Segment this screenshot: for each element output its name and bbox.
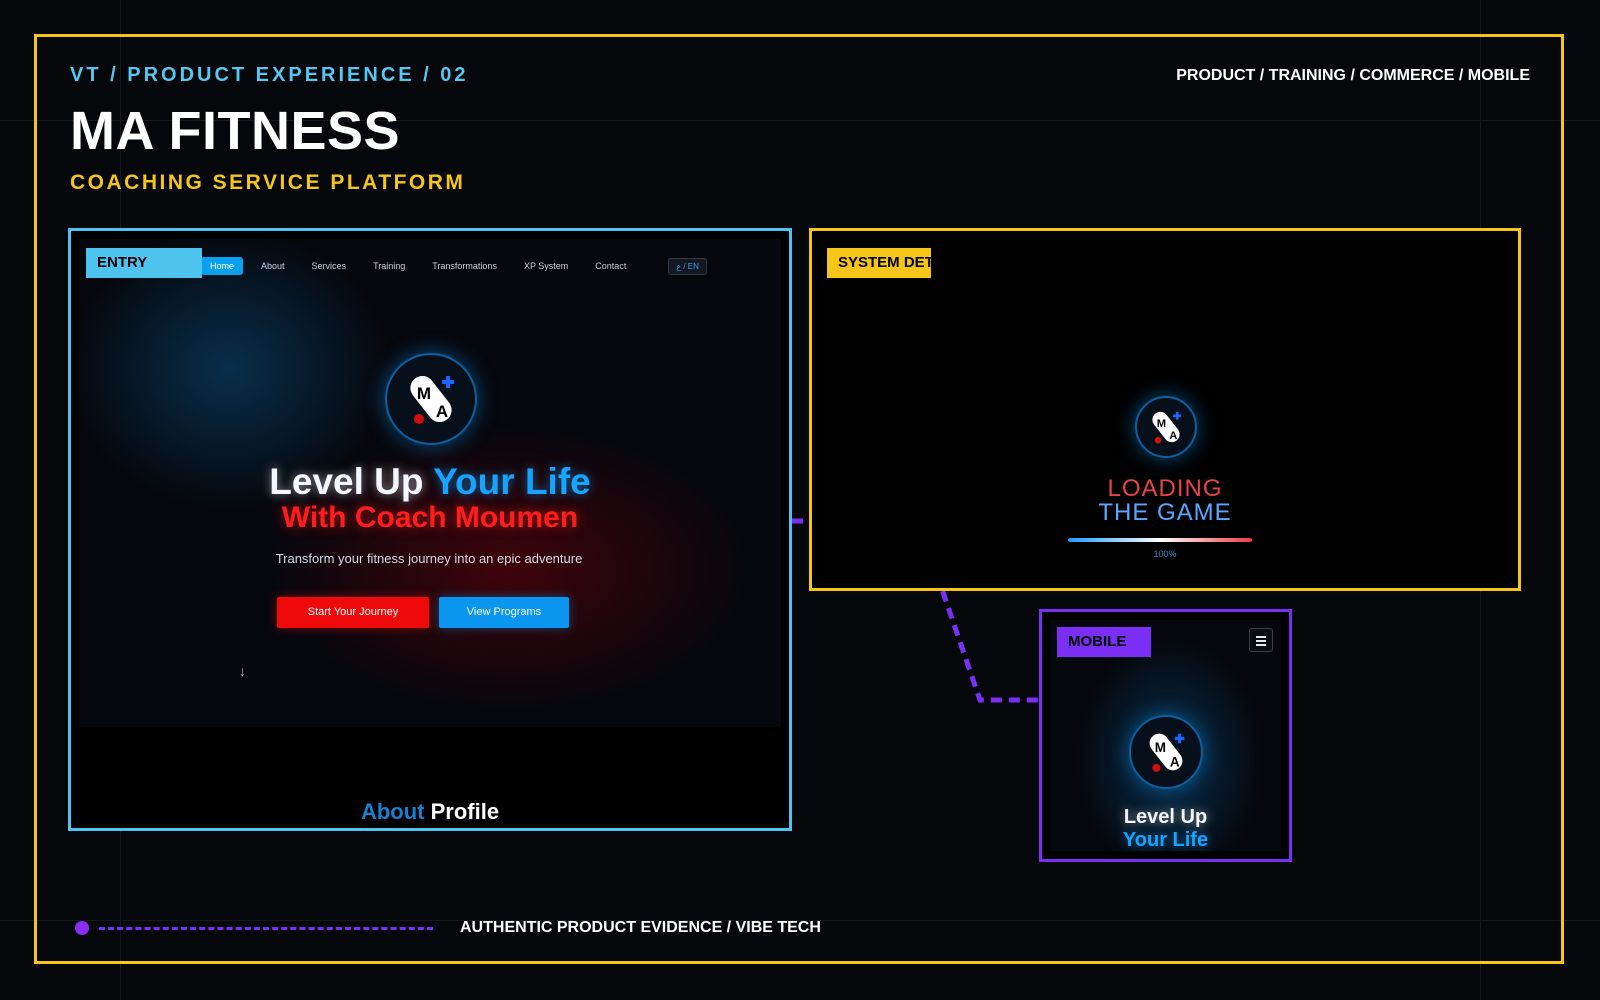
start-journey-button[interactable]: Start Your Journey [277, 597, 429, 628]
hero-headline-blue: Your Life [433, 461, 591, 502]
entry-label: ENTRY [86, 248, 202, 278]
mobile-headline-white: Level Up [1123, 806, 1208, 828]
system-label: SYSTEM DET [827, 248, 931, 278]
nav-item-xp-system[interactable]: XP System [515, 257, 577, 275]
nav-item-services[interactable]: Services [303, 257, 356, 275]
nav-item-contact[interactable]: Contact [586, 257, 635, 275]
about-heading-blue: About [360, 799, 425, 819]
system-panel: SYSTEM DET M A LOADING THE GAME 100% [809, 228, 1521, 591]
entry-screenshot: Home About Services Training Transformat… [79, 239, 781, 819]
footer-caption: AUTHENTIC PRODUCT EVIDENCE / VIBE TECH [460, 919, 821, 936]
about-profile-heading: About Profile [79, 799, 781, 819]
page-subtitle: COACHING SERVICE PLATFORM [70, 171, 466, 194]
ma-logo-icon: M A [1129, 715, 1203, 789]
nav-item-transformations[interactable]: Transformations [423, 257, 506, 275]
hero-headline: Level Up Your Life [79, 461, 781, 503]
about-heading-white: Profile [430, 799, 500, 819]
hero-headline-white: Level Up [269, 461, 424, 502]
mobile-label: MOBILE [1057, 627, 1151, 657]
loading-screenshot: M A LOADING THE GAME 100% [820, 239, 1510, 580]
entry-panel: ENTRY Home About Services Training Trans… [68, 228, 792, 831]
hero-subheadline: With Coach Moumen [281, 501, 579, 534]
mobile-headline-blue: Your Life [1122, 829, 1209, 851]
loading-subtext: THE GAME [1098, 499, 1232, 526]
kicker-text: VT / PRODUCT EXPERIENCE / 02 [70, 64, 469, 86]
nav-item-about[interactable]: About [252, 257, 294, 275]
nav-item-training[interactable]: Training [364, 257, 414, 275]
loading-progress-bar [1068, 538, 1252, 542]
footer-dot [75, 921, 89, 935]
category-tags: PRODUCT / TRAINING / COMMERCE / MOBILE [1176, 67, 1530, 84]
view-programs-button[interactable]: View Programs [439, 597, 569, 628]
mobile-panel: MOBILE M A Level Up Your Life [1039, 609, 1292, 862]
arrow-down-icon[interactable]: ↓ [239, 663, 246, 679]
ma-logo-icon: M A [1135, 396, 1197, 458]
page-title: MA FITNESS [70, 101, 401, 161]
footer-dash-line [99, 927, 433, 930]
language-toggle[interactable]: ع / EN [668, 257, 707, 275]
svg-text:M: M [417, 384, 431, 403]
hero-description: Transform your fitness journey into an e… [275, 551, 583, 566]
svg-text:A: A [1170, 754, 1180, 769]
ma-logo-icon: M A [385, 353, 477, 445]
svg-text:A: A [436, 402, 448, 421]
svg-text:M: M [1157, 418, 1166, 430]
loading-progress-fill [1068, 538, 1252, 542]
nav-item-home[interactable]: Home [201, 257, 244, 275]
loading-progress-text: 100% [1153, 549, 1177, 559]
svg-text:A: A [1169, 430, 1177, 442]
svg-text:M: M [1155, 740, 1166, 755]
hamburger-menu-icon[interactable] [1249, 628, 1273, 652]
site-nav: Home About Services Training Transformat… [201, 257, 707, 275]
